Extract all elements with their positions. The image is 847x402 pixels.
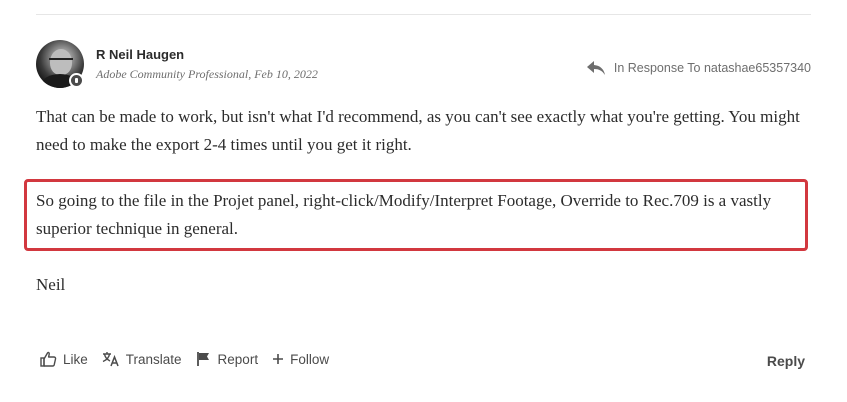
- author-meta: Adobe Community Professional, Feb 10, 20…: [96, 67, 318, 81]
- thumbs-up-icon: [40, 351, 57, 367]
- post-signature: Neil: [36, 275, 66, 294]
- community-professional-badge-icon: [69, 73, 84, 88]
- post-actions: Like Translate Report Follow: [40, 351, 343, 367]
- in-response-link[interactable]: In Response To natashae65357340: [586, 60, 811, 76]
- in-response-label: In Response To natashae65357340: [613, 61, 811, 75]
- like-label: Like: [63, 351, 88, 367]
- translate-icon: [102, 352, 119, 367]
- avatar-glasses: [49, 58, 73, 65]
- translate-button[interactable]: Translate: [102, 351, 182, 367]
- flag-icon: [196, 352, 209, 366]
- author-name[interactable]: R Neil Haugen: [96, 47, 184, 62]
- follow-button[interactable]: Follow: [272, 352, 329, 367]
- follow-label: Follow: [290, 351, 330, 367]
- post-paragraph-2: So going to the file in the Projet panel…: [36, 191, 772, 238]
- like-button[interactable]: Like: [40, 351, 88, 367]
- top-divider: [36, 14, 811, 15]
- report-label: Report: [217, 351, 259, 367]
- reply-arrow-icon: [586, 61, 605, 75]
- post-paragraph-1: That can be made to work, but isn't what…: [36, 107, 800, 154]
- plus-icon: [273, 354, 284, 364]
- translate-label: Translate: [125, 351, 182, 367]
- reply-button[interactable]: Reply: [767, 353, 805, 369]
- report-button[interactable]: Report: [196, 351, 259, 367]
